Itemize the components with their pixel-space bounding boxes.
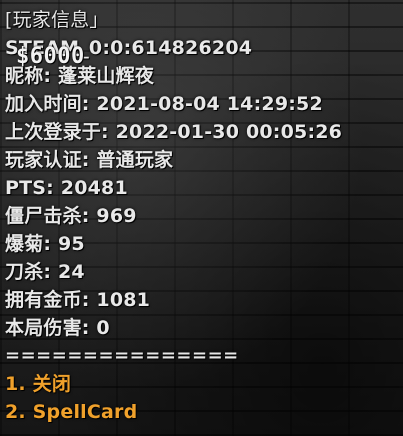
last-login: 上次登录于: 2022-01-30 00:05:26	[5, 121, 343, 143]
pts-value: PTS: 20481	[5, 177, 128, 199]
player-info-menu: [玩家信息」 STEAM_0:0:614826204 昵称: 蓬莱山辉夜 加入时…	[5, 6, 401, 426]
headshots: 爆菊: 95	[5, 233, 85, 255]
zombie-kills: 僵尸击杀: 969	[5, 205, 137, 227]
round-damage: 本局伤害: 0	[5, 317, 110, 339]
option-number: 1.	[5, 373, 26, 395]
option-close[interactable]: 1. 关闭	[5, 370, 401, 398]
knife-kills: 刀杀: 24	[5, 261, 85, 283]
menu-title: [玩家信息」	[5, 9, 109, 31]
join-time: 加入时间: 2021-08-04 14:29:52	[5, 93, 323, 115]
coins: 拥有金币: 1081	[5, 289, 151, 311]
option-label: 关闭	[32, 373, 72, 395]
option-number: 2.	[5, 401, 26, 423]
option-spellcard[interactable]: 2. SpellCard	[5, 398, 401, 426]
money-counter: $6000	[16, 44, 85, 69]
option-label: SpellCard	[32, 401, 138, 423]
menu-separator: ===============	[5, 345, 239, 366]
player-auth: 玩家认证: 普通玩家	[5, 149, 174, 171]
